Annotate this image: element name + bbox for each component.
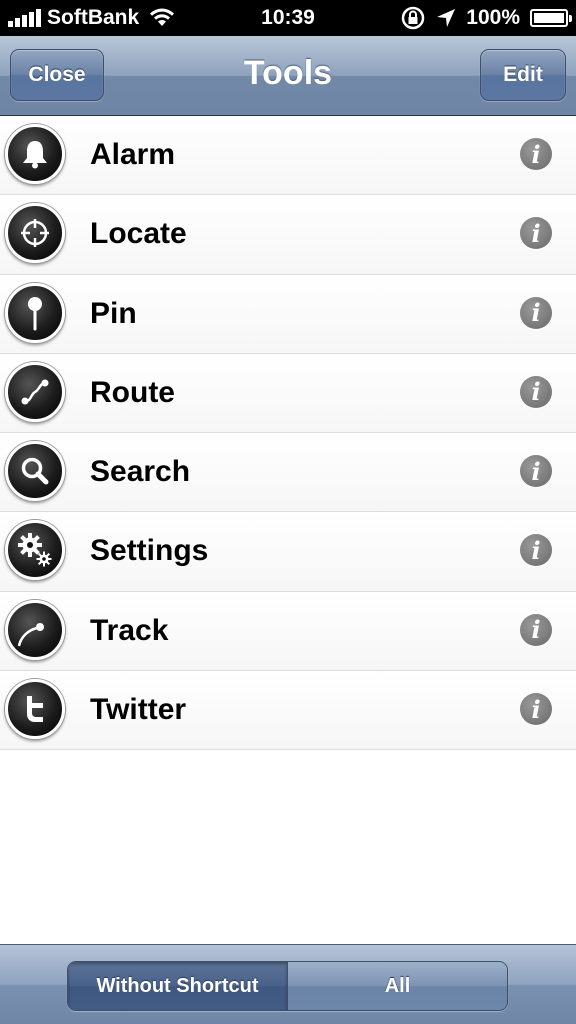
tool-label: Track xyxy=(90,613,169,647)
tool-row-route[interactable]: Route i xyxy=(0,353,576,434)
twitter-icon xyxy=(5,679,65,740)
info-button[interactable]: i xyxy=(520,693,552,726)
segment-without-shortcut[interactable]: Without Shortcut xyxy=(68,962,288,1010)
segment-all[interactable]: All xyxy=(288,962,507,1010)
tool-label: Pin xyxy=(90,296,137,330)
status-right: 100% xyxy=(400,6,572,30)
info-button[interactable]: i xyxy=(520,296,552,329)
info-icon: i xyxy=(531,298,541,328)
tool-row-settings[interactable]: Settings i xyxy=(0,512,576,592)
tool-label: Search xyxy=(90,455,191,489)
battery-icon xyxy=(530,9,572,27)
tool-label: Alarm xyxy=(90,138,176,171)
info-icon: i xyxy=(531,535,541,565)
crosshair-icon xyxy=(5,203,65,264)
bell-icon xyxy=(5,124,65,184)
status-bar: SoftBank 10:39 100% xyxy=(0,0,576,36)
info-button[interactable]: i xyxy=(520,375,552,408)
bottom-toolbar: Without Shortcut All xyxy=(0,944,576,1024)
pin-icon xyxy=(5,282,65,343)
tool-row-track[interactable]: Track i xyxy=(0,591,576,672)
tools-list: Alarm i Locate i Pin i Route i Search i … xyxy=(0,116,576,751)
edit-button[interactable]: Edit xyxy=(480,49,566,101)
tool-row-locate[interactable]: Locate i xyxy=(0,195,576,275)
tool-row-pin[interactable]: Pin i xyxy=(0,274,576,354)
info-icon: i xyxy=(531,218,541,248)
magnifier-icon xyxy=(5,441,65,502)
info-icon: i xyxy=(531,139,541,169)
info-button[interactable]: i xyxy=(520,534,552,567)
gears-icon xyxy=(5,520,65,581)
info-button[interactable]: i xyxy=(520,217,552,250)
orientation-lock-icon xyxy=(402,6,425,30)
location-arrow-icon xyxy=(437,9,456,27)
filter-segmented-control: Without Shortcut All xyxy=(67,961,508,1011)
tool-row-alarm[interactable]: Alarm i xyxy=(0,116,576,196)
info-icon: i xyxy=(531,694,541,724)
tool-label: Settings xyxy=(90,534,209,568)
info-button[interactable]: i xyxy=(520,613,552,646)
tool-row-search[interactable]: Search i xyxy=(0,433,576,513)
battery-percent: 100% xyxy=(466,6,520,29)
tool-label: Locate xyxy=(90,217,187,251)
info-button[interactable]: i xyxy=(520,455,552,488)
tool-label: Route xyxy=(90,375,175,409)
info-icon: i xyxy=(531,456,541,486)
info-button[interactable]: i xyxy=(520,138,552,170)
track-icon xyxy=(5,599,65,660)
route-icon xyxy=(5,361,65,422)
info-icon: i xyxy=(531,615,541,645)
tool-label: Twitter xyxy=(90,693,187,727)
navigation-bar: Close Tools Edit xyxy=(0,36,576,116)
info-icon: i xyxy=(531,377,541,407)
tool-row-twitter[interactable]: Twitter i xyxy=(0,671,576,751)
